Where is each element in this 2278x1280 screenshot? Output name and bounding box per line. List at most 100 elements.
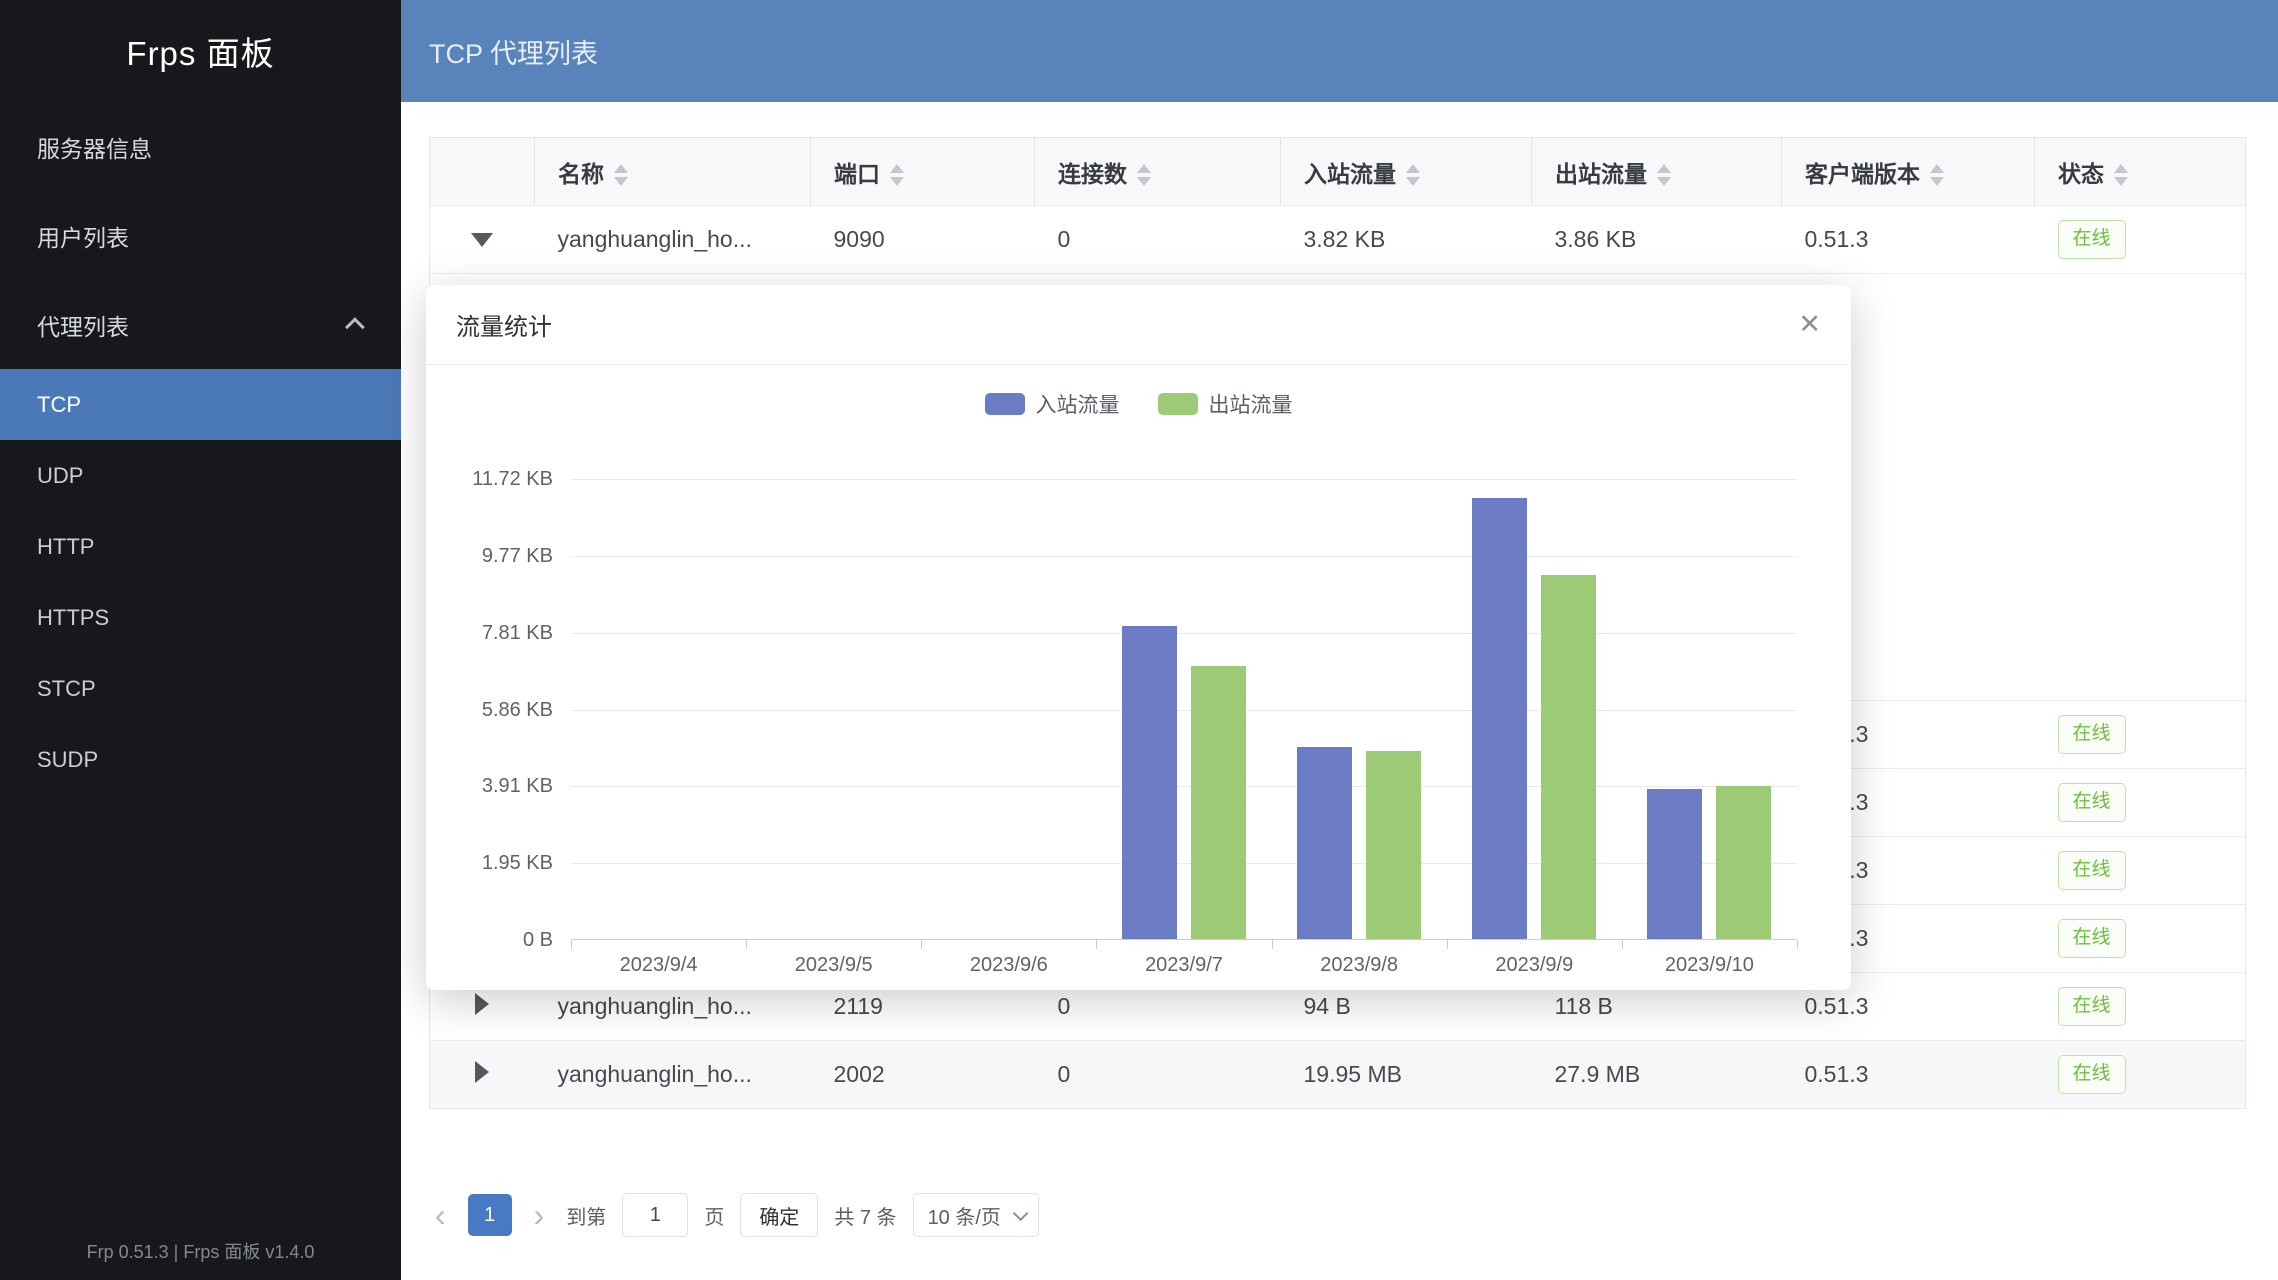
table-row: yanghuanglin_ho...909003.82 KB3.86 KB0.5… — [430, 206, 2246, 274]
inbound-bar-2023/9/9 — [1472, 498, 1527, 939]
pagination: ‹ 1 › 到第 页 确定 共 7 条 10 条/页 — [429, 1193, 2246, 1237]
prev-page-button[interactable]: ‹ — [429, 1199, 452, 1231]
status-badge: 在线 — [2058, 715, 2126, 754]
expand-row-icon[interactable] — [475, 1061, 489, 1083]
sort-descending-icon[interactable] — [890, 177, 904, 186]
column-header-label: 名称 — [558, 161, 604, 187]
sort-ascending-icon[interactable] — [1137, 164, 1151, 173]
sort-ascending-icon[interactable] — [1406, 164, 1420, 173]
sidebar-item-user-list[interactable]: 用户列表 — [0, 191, 401, 280]
column-header-label: 客户端版本 — [1805, 161, 1920, 187]
sidebar-subitem-http[interactable]: HTTP — [0, 511, 401, 582]
status-badge: 在线 — [2058, 851, 2126, 890]
page-header: TCP 代理列表 — [401, 0, 2278, 102]
sidebar-subitem-sudp[interactable]: SUDP — [0, 724, 401, 795]
sort-icons[interactable] — [2114, 164, 2128, 186]
connections-cell: 0 — [1035, 206, 1281, 274]
sort-icons[interactable] — [890, 164, 904, 186]
status-cell: 在线 — [2035, 837, 2246, 905]
sort-ascending-icon[interactable] — [1657, 164, 1671, 173]
collapse-row-icon[interactable] — [471, 233, 493, 247]
goto-prefix-label: 到第 — [566, 1201, 606, 1230]
sidebar-item-proxy-list[interactable]: 代理列表 — [0, 280, 401, 369]
chevron-down-icon — [1013, 1205, 1029, 1221]
column-header-label: 状态 — [2058, 161, 2104, 187]
sidebar-subitem-tcp[interactable]: TCP — [0, 369, 401, 440]
sort-ascending-icon[interactable] — [614, 164, 628, 173]
confirm-button[interactable]: 确定 — [740, 1193, 818, 1237]
sort-descending-icon[interactable] — [1406, 177, 1420, 186]
page-number-button[interactable]: 1 — [468, 1194, 512, 1236]
column-header-client-version[interactable]: 客户端版本 — [1782, 138, 2035, 206]
sidebar: Frps 面板 服务器信息用户列表代理列表TCPUDPHTTP HTTPS STCP… — [0, 0, 401, 1280]
sort-ascending-icon[interactable] — [1930, 164, 1944, 173]
status-badge: 在线 — [2058, 919, 2126, 958]
sort-descending-icon[interactable] — [614, 177, 628, 186]
sort-descending-icon[interactable] — [1930, 177, 1944, 186]
status-badge: 在线 — [2058, 987, 2126, 1026]
column-header-traffic-out[interactable]: 出站流量 — [1532, 138, 1782, 206]
column-header-connections[interactable]: 连接数 — [1035, 138, 1281, 206]
traffic-stats-modal: 流量统计 ✕ 入站流量出站流量 0 B1.95 KB3.91 KB5.86 KB… — [426, 285, 1851, 990]
sidebar-item-label: 服务器信息 — [37, 130, 152, 164]
y-axis-tick-label: 11.72 KB — [426, 468, 553, 491]
legend-label: 入站流量 — [1036, 389, 1120, 419]
status-badge: 在线 — [2058, 783, 2126, 822]
sidebar-item-server-info[interactable]: 服务器信息 — [0, 102, 401, 191]
column-header-port[interactable]: 端口 — [811, 138, 1035, 206]
sort-ascending-icon[interactable] — [2114, 164, 2128, 173]
table-header-row: 名称 端口连接数 入站流量出站流量客户端版本 状态 — [430, 138, 2246, 206]
sort-icons[interactable] — [1137, 164, 1151, 186]
status-badge: 在线 — [2058, 1055, 2126, 1094]
status-cell: 在线 — [2035, 1041, 2246, 1109]
sidebar-subitem-label: HTTPS — [37, 605, 109, 631]
inbound-bar-2023/9/10 — [1647, 789, 1702, 939]
chevron-up-icon — [345, 317, 365, 337]
y-axis-tick-label: 0 B — [426, 929, 553, 952]
table-row: yanghuanglin_ho...2002019.95 MB27.9 MB0.… — [430, 1041, 2246, 1109]
sort-descending-icon[interactable] — [2114, 177, 2128, 186]
legend-item-outbound[interactable]: 出站流量 — [1158, 389, 1293, 419]
sort-icons[interactable] — [1406, 164, 1420, 186]
sort-descending-icon[interactable] — [1657, 177, 1671, 186]
y-axis-tick-label: 9.77 KB — [426, 545, 553, 568]
sort-icons[interactable] — [614, 164, 628, 186]
sidebar-subitem-https[interactable]: HTTPS — [0, 582, 401, 653]
status-cell: 在线 — [2035, 769, 2246, 837]
chart-axis-tick — [746, 940, 747, 949]
app-title: Frps 面板 — [0, 0, 401, 102]
sort-descending-icon[interactable] — [1137, 177, 1151, 186]
chart-axis-tick — [1447, 940, 1448, 949]
column-header-label: 连接数 — [1058, 161, 1127, 187]
app-root: Frps 面板 服务器信息用户列表代理列表TCPUDPHTTP HTTPS STCP… — [0, 0, 2278, 1280]
goto-page-input[interactable] — [622, 1193, 688, 1237]
column-header-traffic-in[interactable]: 入站流量 — [1281, 138, 1532, 206]
page-size-value: 10 条/页 — [928, 1201, 1001, 1230]
column-header-name[interactable]: 名称 — [535, 138, 811, 206]
sort-icons[interactable] — [1657, 164, 1671, 186]
chart-gridline — [571, 556, 1797, 557]
x-axis-tick-label: 2023/9/10 — [1622, 954, 1797, 977]
y-axis-tick-label: 1.95 KB — [426, 852, 553, 875]
expand-row-icon[interactable] — [475, 993, 489, 1015]
total-count-label: 共 7 条 — [834, 1201, 896, 1230]
column-header-status[interactable]: 状态 — [2035, 138, 2246, 206]
sort-ascending-icon[interactable] — [890, 164, 904, 173]
outbound-bar-2023/9/7 — [1191, 666, 1246, 939]
close-icon[interactable]: ✕ — [1798, 311, 1821, 338]
sort-icons[interactable] — [1930, 164, 1944, 186]
goto-suffix-label: 页 — [704, 1201, 724, 1230]
page-size-select[interactable]: 10 条/页 — [913, 1193, 1039, 1237]
x-axis-tick-label: 2023/9/9 — [1447, 954, 1622, 977]
connections-cell: 0 — [1035, 1041, 1281, 1109]
expand-column-header — [430, 138, 535, 206]
next-page-button[interactable]: › — [528, 1199, 551, 1231]
traffic-out-cell: 3.86 KB — [1532, 206, 1782, 274]
legend-item-inbound[interactable]: 入站流量 — [985, 389, 1120, 419]
y-axis-tick-label: 5.86 KB — [426, 699, 553, 722]
client-version-cell: 0.51.3 — [1782, 206, 2035, 274]
sidebar-subitem-stcp[interactable]: STCP — [0, 653, 401, 724]
status-cell: 在线 — [2035, 973, 2246, 1041]
sidebar-subitem-udp[interactable]: UDP — [0, 440, 401, 511]
status-cell: 在线 — [2035, 905, 2246, 973]
